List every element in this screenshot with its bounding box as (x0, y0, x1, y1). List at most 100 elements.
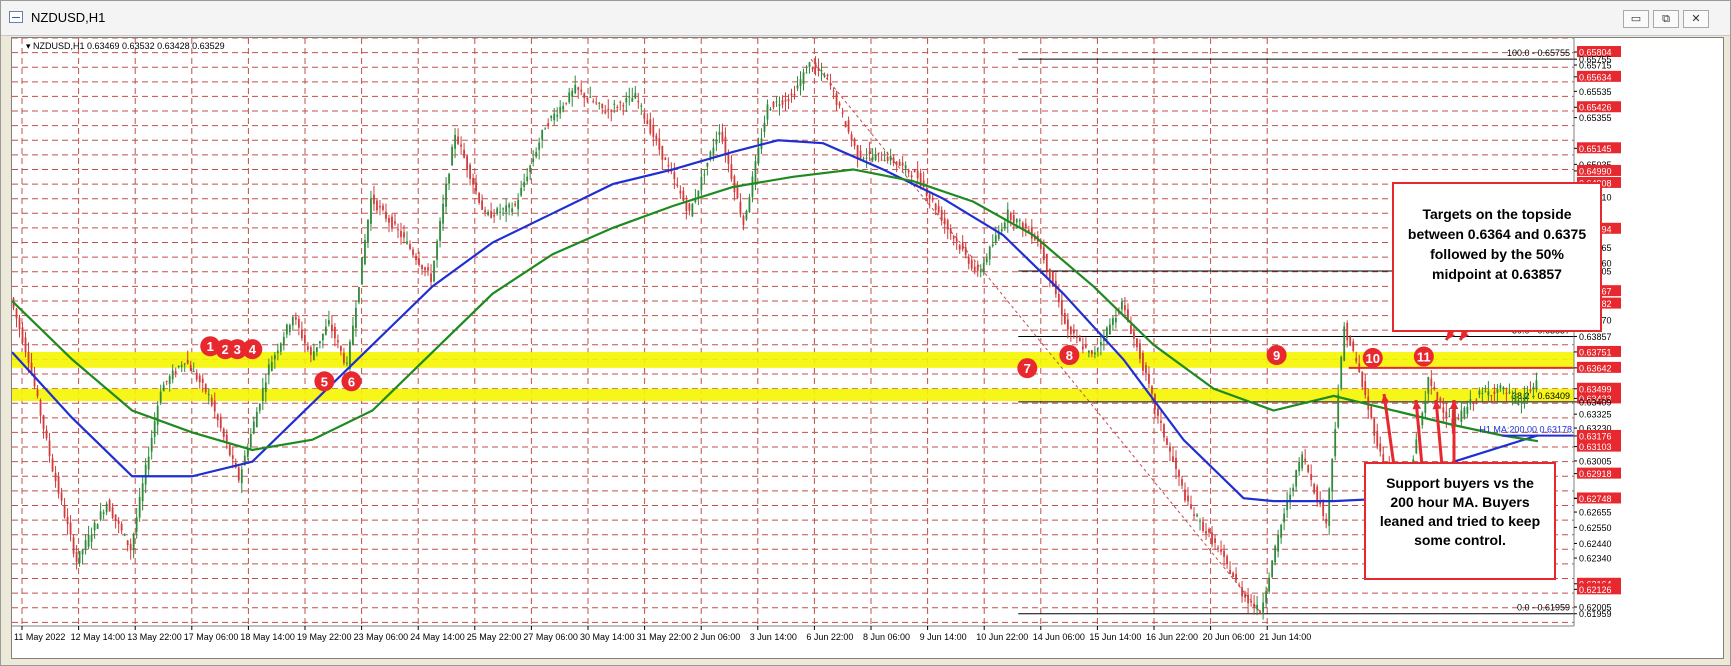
candle-body (811, 67, 814, 70)
y-tick-label: 0.64990 (1579, 166, 1612, 176)
candle-body (577, 87, 580, 90)
candle-body (1340, 356, 1343, 389)
candle-body (1274, 546, 1277, 563)
candle-body (159, 391, 162, 404)
candle-body (406, 241, 408, 244)
candle-body (186, 359, 189, 364)
x-tick-label: 23 May 06:00 (354, 632, 409, 642)
candle-body (315, 347, 318, 352)
y-tick-label: 0.62440 (1579, 539, 1612, 549)
y-tick-label: 0.63857 (1579, 332, 1612, 342)
candle-body (787, 99, 790, 102)
candle-body (1018, 220, 1021, 222)
y-tick-label: 0.62126 (1579, 585, 1612, 595)
candle-body (258, 403, 261, 411)
candle-body (712, 147, 715, 154)
candle-body (1024, 223, 1027, 229)
candle-body (48, 440, 51, 457)
candle-body (1457, 417, 1460, 420)
candle-body (306, 346, 309, 350)
marker-label: 1 (207, 339, 214, 354)
candle-body (1042, 247, 1045, 261)
y-tick-label: 0.65426 (1579, 103, 1612, 113)
candle-body (1090, 350, 1093, 355)
candle-body (988, 246, 991, 260)
candle-body (180, 365, 183, 367)
candle-body (18, 317, 21, 330)
candle-body (664, 157, 667, 160)
candle-body (1436, 392, 1439, 401)
price-chart[interactable]: 100.0 - 0.6575561.8 - 0.6430550.0 - 0.63… (11, 37, 1724, 659)
terminal-window: NZDUSD,H1 ▭ ⧉ ✕ 100.0 - 0.6575561.8 - 0.… (0, 0, 1731, 666)
candle-body (550, 116, 553, 119)
candle-body (748, 197, 751, 213)
candle-body (391, 216, 393, 229)
y-tick-label: 0.63409 (1579, 397, 1612, 407)
candle-body (318, 341, 321, 344)
candle-body (883, 159, 886, 162)
candle-body (436, 241, 438, 260)
candle-body (1478, 390, 1481, 395)
candle-body (598, 102, 601, 104)
candle-body (1148, 373, 1150, 384)
candle-body (147, 456, 150, 470)
candle-body (751, 176, 754, 198)
candle-body (631, 97, 634, 102)
x-tick-label: 19 May 22:00 (297, 632, 352, 642)
candle-body (544, 128, 547, 130)
candle-body (814, 62, 817, 68)
candle-body (646, 120, 649, 125)
candle-body (213, 400, 216, 412)
candle-body (1157, 408, 1159, 416)
x-tick-label: 12 May 14:00 (71, 632, 126, 642)
fib-level-label: 38.2 - 0.63409 (1512, 391, 1570, 401)
candle-body (1352, 341, 1355, 351)
candle-body (1307, 465, 1310, 472)
candle-body (1172, 456, 1174, 462)
candle-body (222, 428, 225, 437)
y-tick-label: 0.63176 (1579, 431, 1612, 441)
candle-body (688, 203, 691, 211)
x-tick-label: 16 Jun 22:00 (1146, 632, 1198, 642)
close-button[interactable]: ✕ (1683, 10, 1709, 28)
candle-body (1415, 439, 1418, 454)
price-zone (12, 388, 1574, 402)
candle-body (967, 256, 970, 264)
candle-body (1009, 212, 1012, 221)
candle-body (1529, 389, 1532, 392)
candle-body (1334, 429, 1337, 457)
candle-body (105, 503, 108, 513)
candle-body (523, 181, 526, 187)
candle-body (99, 511, 102, 520)
candle-body (952, 236, 955, 239)
candle-body (535, 151, 538, 157)
candle-body (42, 415, 45, 430)
candle-body (928, 194, 931, 200)
candle-body (376, 200, 378, 211)
candle-body (1379, 443, 1382, 452)
candle-body (1295, 470, 1298, 487)
candle-body (673, 172, 676, 180)
x-tick-label: 10 Jun 22:00 (976, 632, 1028, 642)
candle-body (829, 82, 832, 86)
title-bar[interactable]: NZDUSD,H1 ▭ ⧉ ✕ (1, 1, 1730, 36)
candle-body (1238, 584, 1240, 586)
candle-body (478, 193, 480, 203)
candle-body (270, 361, 273, 371)
candle-body (634, 92, 637, 99)
candle-body (610, 110, 613, 112)
minimize-button[interactable]: ▭ (1623, 10, 1649, 28)
candle-body (1535, 380, 1538, 390)
candle-body (1015, 219, 1018, 223)
candle-body (397, 229, 399, 231)
candle-body (625, 98, 628, 103)
candle-body (1229, 569, 1231, 574)
candle-body (373, 194, 375, 205)
candle-body (466, 155, 468, 170)
candle-body (66, 516, 69, 525)
restore-button[interactable]: ⧉ (1653, 10, 1679, 28)
candle-body (505, 205, 508, 213)
x-tick-label: 24 May 14:00 (410, 632, 465, 642)
candle-body (1271, 560, 1274, 577)
candle-body (1160, 420, 1162, 423)
